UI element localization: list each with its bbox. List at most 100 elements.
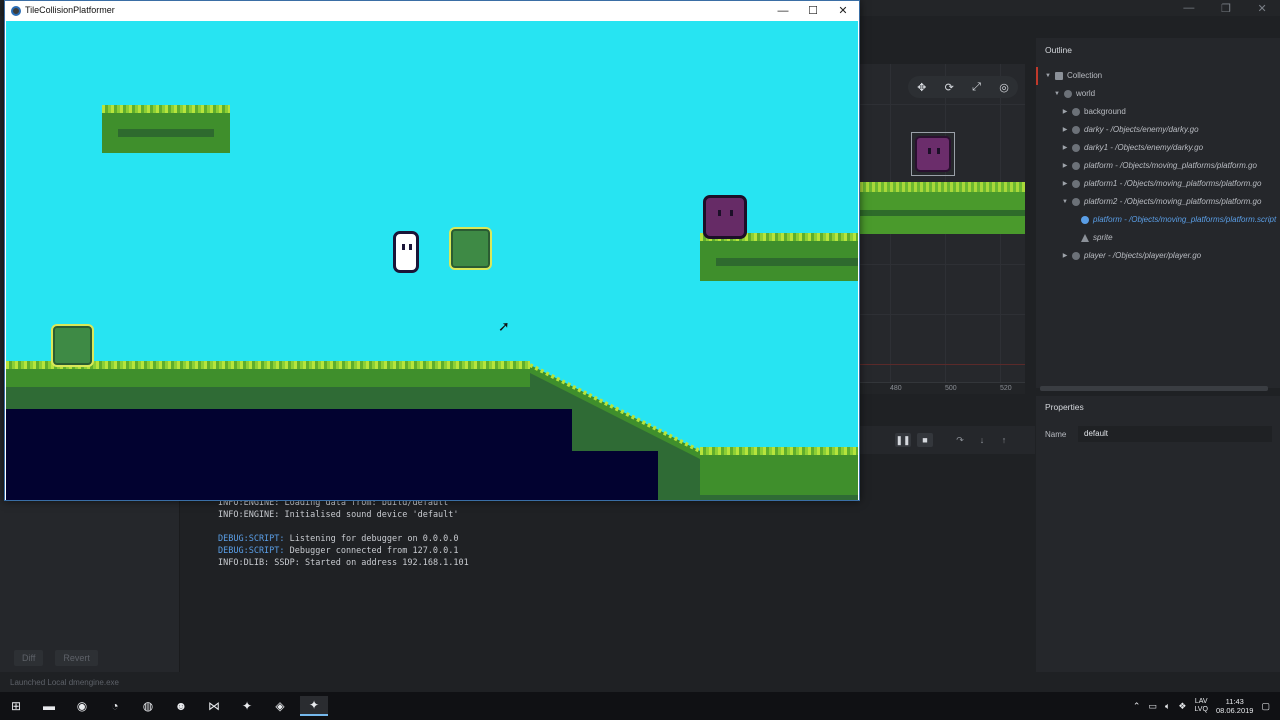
step-into-button[interactable]: ↓ xyxy=(974,433,990,447)
vscode-icon[interactable]: ⋈ xyxy=(203,696,225,716)
ground xyxy=(700,455,858,495)
expand-arrow-icon[interactable]: ▼ xyxy=(1044,67,1052,85)
network-icon[interactable]: ▭ xyxy=(1148,701,1157,712)
move-icon[interactable]: ✥ xyxy=(917,81,926,94)
step-out-button[interactable]: ↑ xyxy=(996,433,1012,447)
outline-item-world[interactable]: ▼ world xyxy=(1036,85,1280,103)
defold-game-icon[interactable]: ✦ xyxy=(300,696,328,716)
unity-icon[interactable]: ◈ xyxy=(269,696,291,716)
collapse-arrow-icon[interactable]: ▶ xyxy=(1061,247,1069,265)
game-object-icon xyxy=(1072,252,1080,260)
collapse-arrow-icon[interactable]: ▶ xyxy=(1061,139,1069,157)
pause-button[interactable]: ❚❚ xyxy=(895,433,911,447)
collapse-arrow-icon[interactable]: ▶ xyxy=(1061,157,1069,175)
properties-title: Properties xyxy=(1045,402,1084,412)
expand-arrow-icon[interactable]: ▼ xyxy=(1053,85,1061,103)
void-area xyxy=(572,451,658,500)
step-over-button[interactable]: ↷ xyxy=(952,433,968,447)
camera-icon[interactable]: ◎ xyxy=(999,81,1009,94)
outline-scrollbar[interactable] xyxy=(1040,386,1268,391)
console-line: INFO:DLIB: SSDP: Started on address 192.… xyxy=(218,558,469,568)
diff-button[interactable]: Diff xyxy=(14,650,44,666)
scene-grass xyxy=(860,182,1025,192)
clock[interactable]: 11:43 08.06.2019 xyxy=(1216,697,1254,715)
taskbar: ⊞ ▬ ◉ ◔ ◍ ☻ ⋈ ✦ ◈ ✦ ⌃ ▭ 🔈︎ ❖ LAV LVQ 11:… xyxy=(0,692,1280,720)
rotate-icon[interactable]: ⟳ xyxy=(945,81,954,94)
game-window-title: TileCollisionPlatformer xyxy=(25,5,115,15)
properties-panel: Properties Name default xyxy=(1036,396,1280,672)
game-object-icon xyxy=(1064,90,1072,98)
file-explorer-icon[interactable]: ▬ xyxy=(38,696,60,716)
editor-restore-button[interactable]: ❐ xyxy=(1221,2,1231,15)
outline-item-sprite[interactable]: sprite xyxy=(1036,229,1280,247)
windows-start-icon[interactable]: ⊞ xyxy=(5,696,27,716)
collapse-arrow-icon[interactable]: ▶ xyxy=(1061,103,1069,121)
vcs-buttons: Diff Revert xyxy=(14,650,98,666)
editor-close-button[interactable]: ✕ xyxy=(1257,2,1266,15)
tor-icon[interactable]: ◍ xyxy=(137,696,159,716)
game-window[interactable]: TileCollisionPlatformer — ☐ ✕ ➚ xyxy=(4,0,860,501)
collapse-arrow-icon[interactable]: ▶ xyxy=(1061,121,1069,139)
scale-icon[interactable]: ⤢ xyxy=(972,81,981,94)
scene-toolbar: ✥ ⟳ ⤢ ◎ xyxy=(908,76,1018,98)
outline-item-background[interactable]: ▶ background xyxy=(1036,103,1280,121)
outline-item-platform1[interactable]: ▶ platform1 - /Objects/moving_platforms/… xyxy=(1036,175,1280,193)
outline-title: Outline xyxy=(1045,45,1072,55)
moving-platform xyxy=(449,227,492,270)
maximize-button[interactable]: ☐ xyxy=(798,3,828,19)
outline-panel: Outline ▼ Collection ▼ world ▶ backgroun… xyxy=(1036,38,1280,388)
script-gear-icon xyxy=(1081,216,1089,224)
status-text: Launched Local dmengine.exe xyxy=(10,678,119,687)
chevron-up-icon[interactable]: ⌃ xyxy=(1133,701,1141,712)
slope-terrain xyxy=(529,363,858,500)
game-object-icon xyxy=(1072,180,1080,188)
moving-platform xyxy=(51,324,94,367)
editor-minimize-button[interactable]: — xyxy=(1183,2,1194,14)
name-label: Name xyxy=(1045,430,1067,439)
outline-item-platform2[interactable]: ▼ platform2 - /Objects/moving_platforms/… xyxy=(1036,193,1280,211)
console-line: DEBUG:SCRIPT: Listening for debugger on … xyxy=(218,534,459,544)
game-object-icon xyxy=(1072,108,1080,116)
speaker-icon[interactable]: 🔈︎ xyxy=(1165,701,1170,712)
game-object-icon xyxy=(1072,162,1080,170)
player-character xyxy=(393,231,419,273)
collapse-arrow-icon[interactable]: ▶ xyxy=(1061,175,1069,193)
obs-icon[interactable]: ◔ xyxy=(104,696,126,716)
revert-button[interactable]: Revert xyxy=(55,650,98,666)
outline-item-platform[interactable]: ▶ platform - /Objects/moving_platforms/p… xyxy=(1036,157,1280,175)
enemy-darky xyxy=(703,195,747,239)
game-object-icon xyxy=(1072,144,1080,152)
dropbox-icon[interactable]: ❖ xyxy=(1178,701,1186,712)
discord-icon[interactable]: ☻ xyxy=(170,696,192,716)
collection-icon xyxy=(1055,72,1063,80)
chrome-icon[interactable]: ◉ xyxy=(71,696,93,716)
defold-icon[interactable]: ✦ xyxy=(236,696,258,716)
game-canvas[interactable]: ➚ xyxy=(6,21,858,500)
outline-item-darky1[interactable]: ▶ darky1 - /Objects/enemy/darky.go xyxy=(1036,139,1280,157)
name-field[interactable]: default xyxy=(1078,426,1272,442)
outline-item-darky[interactable]: ▶ darky - /Objects/enemy/darky.go xyxy=(1036,121,1280,139)
outline-item-player[interactable]: ▶ player - /Objects/player/player.go xyxy=(1036,247,1280,265)
mouse-cursor-icon: ➚ xyxy=(498,318,510,334)
language-indicator[interactable]: LAV LVQ xyxy=(1194,698,1208,714)
debug-toolbar: ❚❚ ■ ↷ ↓ ↑ xyxy=(860,426,1035,454)
game-window-titlebar[interactable]: TileCollisionPlatformer — ☐ ✕ xyxy=(5,1,859,21)
scene-enemy-sprite[interactable] xyxy=(915,136,951,172)
system-tray: ⌃ ▭ 🔈︎ ❖ LAV LVQ 11:43 08.06.2019 ▢ xyxy=(1133,696,1270,716)
outline-item-collection[interactable]: ▼ Collection xyxy=(1036,67,1280,85)
expand-arrow-icon[interactable]: ▼ xyxy=(1061,193,1069,211)
console-panel: INFO:ENGINE: Loading data from: build/de… xyxy=(190,498,1035,672)
notification-icon[interactable]: ▢ xyxy=(1261,701,1270,712)
close-button[interactable]: ✕ xyxy=(828,3,858,19)
minimize-button[interactable]: — xyxy=(768,3,798,19)
sprite-icon xyxy=(1081,234,1089,242)
defold-app-icon xyxy=(11,6,21,16)
outline-item-platform-script[interactable]: platform - /Objects/moving_platforms/pla… xyxy=(1036,211,1280,229)
game-object-icon xyxy=(1072,126,1080,134)
editor-window-controls: — ❐ ✕ xyxy=(1170,0,1280,16)
console-line: DEBUG:SCRIPT: Debugger connected from 12… xyxy=(218,546,459,556)
scene-view[interactable]: ✥ ⟳ ⤢ ◎ 480 500 520 xyxy=(860,64,1025,394)
stop-button[interactable]: ■ xyxy=(917,433,933,447)
scene-platform-stripe xyxy=(860,210,1025,216)
game-object-icon xyxy=(1072,198,1080,206)
